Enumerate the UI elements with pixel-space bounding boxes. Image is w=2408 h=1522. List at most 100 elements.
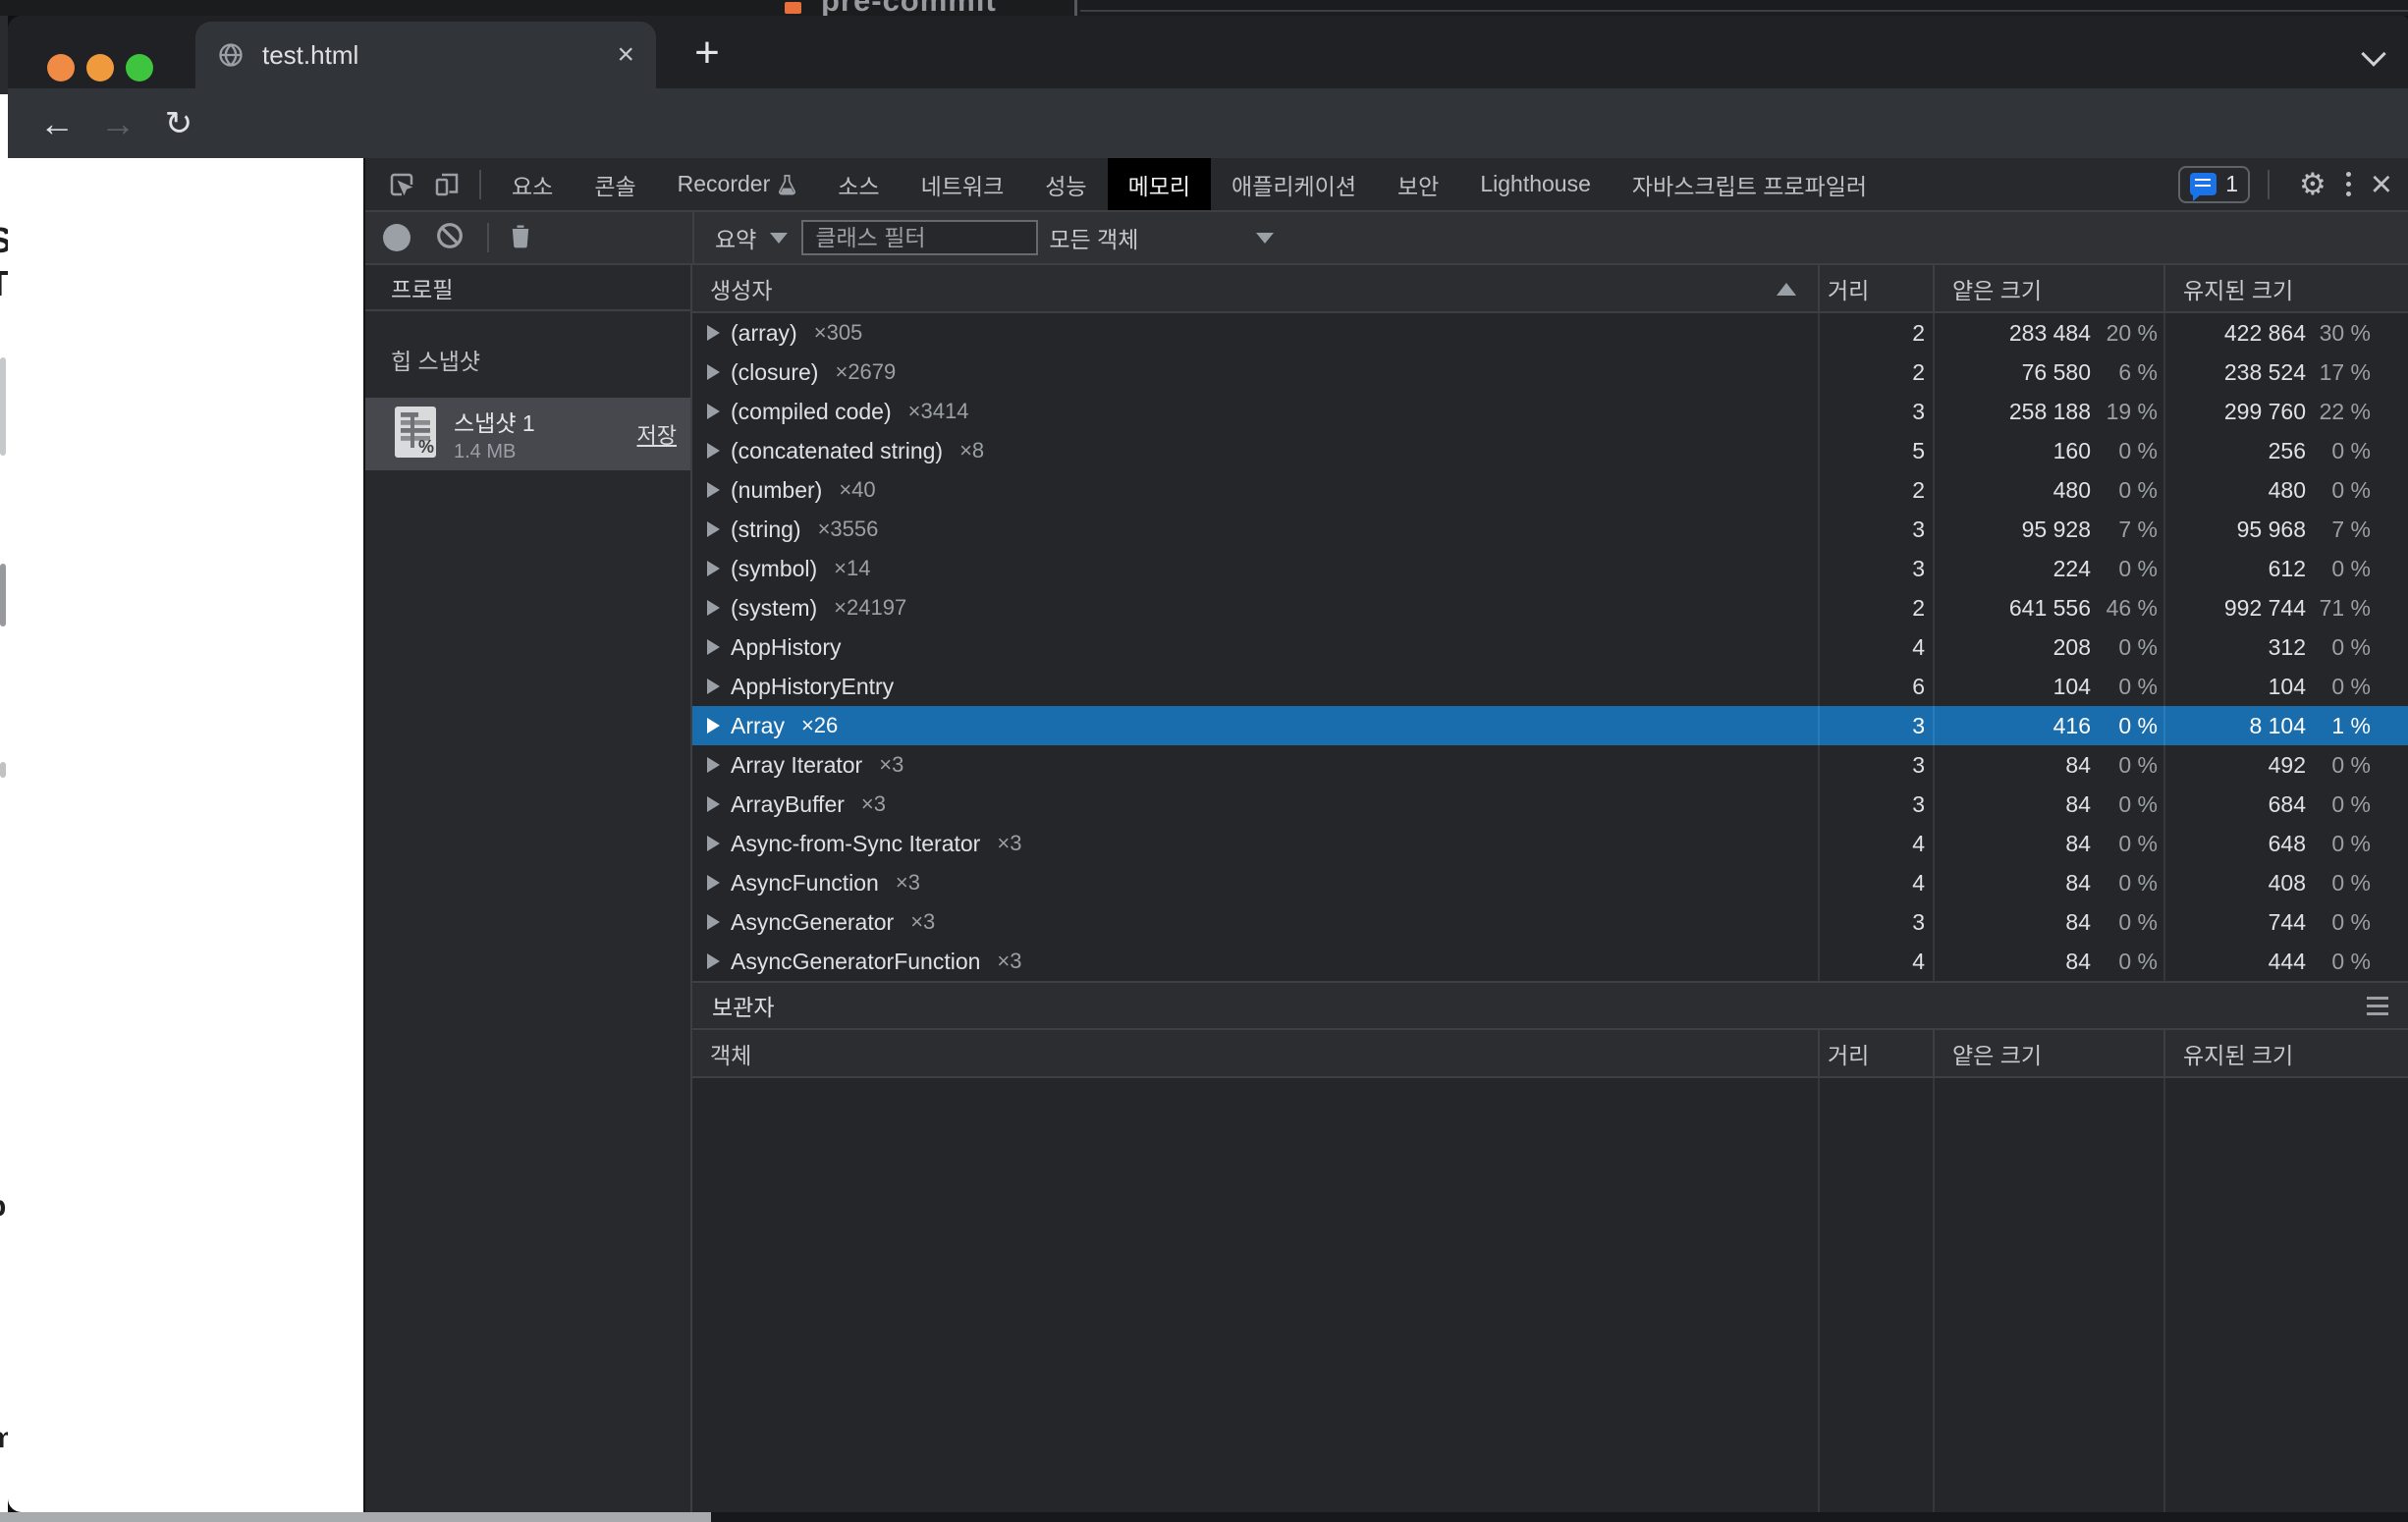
expand-triangle-icon[interactable] <box>707 404 720 419</box>
table-row[interactable]: AsyncFunction ×3 4 84 0 % 408 0 % <box>692 863 2408 902</box>
devtools-tab[interactable]: Lighthouse <box>1459 158 1612 210</box>
expand-triangle-icon[interactable] <box>707 364 720 380</box>
instance-count: ×14 <box>834 556 870 581</box>
expand-triangle-icon[interactable] <box>707 836 720 851</box>
devtools-tab[interactable]: 성능 <box>1024 158 1107 210</box>
table-row[interactable]: AppHistoryEntry 6 104 0 % 104 0 % <box>692 667 2408 706</box>
table-row[interactable]: AsyncGenerator ×3 3 84 0 % 744 0 % <box>692 902 2408 942</box>
expand-triangle-icon[interactable] <box>707 718 720 734</box>
object-filter-select[interactable]: 모든 객체 <box>1049 221 1599 254</box>
table-row[interactable]: AsyncGeneratorFunction ×3 4 84 0 % 444 0… <box>692 942 2408 981</box>
snapshot-info: 스냅샷 1 1.4 MB <box>454 405 637 463</box>
desktop-strip <box>0 1512 2408 1522</box>
table-row[interactable]: Array ×26 3 416 0 % 8 104 1 % <box>692 706 2408 745</box>
column-header-constructor[interactable]: 생성자 <box>692 265 1818 311</box>
webpage-viewport[interactable] <box>8 158 363 1512</box>
retained-size-value: 684 <box>2165 791 2306 818</box>
devtools-tab-label: Recorder <box>678 171 771 197</box>
shallow-size-value: 84 <box>1935 752 2091 779</box>
forward-button[interactable]: → <box>90 88 145 158</box>
column-header-shallow-size[interactable]: 얕은 크기 <box>1933 265 2163 311</box>
reload-button[interactable]: ↻ <box>151 88 206 158</box>
save-snapshot-link[interactable]: 저장 <box>637 418 677 450</box>
clear-profiles-icon[interactable] <box>434 220 465 256</box>
table-row[interactable]: (number) ×40 2 480 0 % 480 0 % <box>692 470 2408 510</box>
device-toolbar-icon[interactable] <box>424 165 469 204</box>
table-row[interactable]: Array Iterator ×3 3 84 0 % 492 0 % <box>692 745 2408 785</box>
expand-triangle-icon[interactable] <box>707 679 720 694</box>
browser-tab[interactable]: test.html × <box>195 22 656 88</box>
table-row[interactable]: (closure) ×2679 2 76 580 6 % 238 524 17 … <box>692 353 2408 392</box>
devtools-tab[interactable]: 애플리케이션 <box>1211 158 1377 210</box>
traffic-light-close[interactable] <box>47 54 75 82</box>
distance-value: 4 <box>1818 824 1933 863</box>
snapshot-item[interactable]: % 스냅샷 1 1.4 MB 저장 <box>365 398 690 470</box>
table-row[interactable]: (array) ×305 2 283 484 20 % 422 864 30 % <box>692 313 2408 353</box>
constructor-name: (compiled code) <box>731 399 892 425</box>
delete-profile-icon[interactable] <box>507 221 534 255</box>
column-header-object[interactable]: 객체 <box>692 1030 1818 1076</box>
class-filter-input[interactable] <box>801 220 1038 255</box>
table-row[interactable]: (system) ×24197 2 641 556 46 % 992 744 7… <box>692 588 2408 627</box>
take-snapshot-icon[interactable] <box>383 224 410 251</box>
browser-toolbar: ← → ↻ i 파일 /Users/yceffort/Desktop/test.… <box>8 88 2408 158</box>
expand-triangle-icon[interactable] <box>707 796 720 812</box>
expand-triangle-icon[interactable] <box>707 561 720 576</box>
background-window-title: pre-commit <box>821 0 997 16</box>
column-header-retained-size[interactable]: 유지된 크기 <box>2163 265 2408 311</box>
expand-triangle-icon[interactable] <box>707 443 720 459</box>
table-row[interactable]: (string) ×3556 3 95 928 7 % 95 968 7 % <box>692 510 2408 549</box>
new-tab-button[interactable]: + <box>684 31 731 79</box>
devtools-tab[interactable]: 요소 <box>491 158 574 210</box>
table-row[interactable]: (symbol) ×14 3 224 0 % 612 0 % <box>692 549 2408 588</box>
shallow-size-percent: 20 % <box>2091 320 2158 347</box>
devtools-tab[interactable]: 네트워크 <box>901 158 1025 210</box>
back-button[interactable]: ← <box>29 88 84 158</box>
devtools-tab[interactable]: 메모리 <box>1108 158 1211 210</box>
devtools-tab[interactable]: 보안 <box>1377 158 1459 210</box>
retained-size-percent: 0 % <box>2306 634 2371 661</box>
expand-triangle-icon[interactable] <box>707 914 720 930</box>
background-left-strip: S T b m <box>0 16 8 1522</box>
table-row[interactable]: AppHistory 4 208 0 % 312 0 % <box>692 627 2408 667</box>
sort-ascending-icon <box>1777 283 1796 296</box>
expand-triangle-icon[interactable] <box>707 325 720 341</box>
devtools-tab[interactable]: 콘솔 <box>574 158 656 210</box>
devtools-tab[interactable]: 소스 <box>817 158 900 210</box>
distance-value: 3 <box>1818 392 1933 431</box>
inspect-element-icon[interactable] <box>379 165 424 204</box>
issues-badge[interactable]: 1 <box>2178 166 2250 203</box>
expand-triangle-icon[interactable] <box>707 757 720 773</box>
distance-value: 3 <box>1818 549 1933 588</box>
instance-count: ×3 <box>997 831 1021 856</box>
tab-close-icon[interactable]: × <box>617 40 634 70</box>
table-row[interactable]: (compiled code) ×3414 3 258 188 19 % 299… <box>692 392 2408 431</box>
tab-search-chevron-icon[interactable] <box>2361 41 2385 66</box>
expand-triangle-icon[interactable] <box>707 639 720 655</box>
shallow-size-value: 104 <box>1935 674 2091 700</box>
expand-triangle-icon[interactable] <box>707 953 720 969</box>
devtools-tab-label: Lighthouse <box>1480 171 1591 197</box>
table-row[interactable]: Async-from-Sync Iterator ×3 4 84 0 % 648… <box>692 824 2408 863</box>
expand-triangle-icon[interactable] <box>707 600 720 616</box>
devtools-menu-icon[interactable] <box>2346 172 2351 196</box>
expand-triangle-icon[interactable] <box>707 482 720 498</box>
column-header-shallow-size[interactable]: 얕은 크기 <box>1933 1030 2163 1076</box>
expand-triangle-icon[interactable] <box>707 521 720 537</box>
shallow-size-percent: 7 % <box>2091 516 2158 543</box>
perspective-select[interactable]: 요약 <box>715 221 788 254</box>
column-header-retained-size[interactable]: 유지된 크기 <box>2163 1030 2408 1076</box>
devtools-close-icon[interactable]: × <box>2371 170 2392 199</box>
table-row[interactable]: (concatenated string) ×8 5 160 0 % 256 0… <box>692 431 2408 470</box>
devtools-tab[interactable]: Recorder <box>657 158 818 210</box>
expand-triangle-icon[interactable] <box>707 875 720 891</box>
retainers-menu-icon[interactable] <box>2367 997 2388 1015</box>
settings-gear-icon[interactable]: ⚙ <box>2299 167 2326 202</box>
column-header-distance[interactable]: 거리 <box>1818 265 1933 311</box>
devtools-tab-label: 요소 <box>512 168 553 201</box>
traffic-light-zoom[interactable] <box>126 54 153 82</box>
table-row[interactable]: ArrayBuffer ×3 3 84 0 % 684 0 % <box>692 785 2408 824</box>
column-header-distance[interactable]: 거리 <box>1818 1030 1933 1076</box>
devtools-tab[interactable]: 자바스크립트 프로파일러 <box>1612 158 1888 210</box>
traffic-light-minimize[interactable] <box>86 54 114 82</box>
